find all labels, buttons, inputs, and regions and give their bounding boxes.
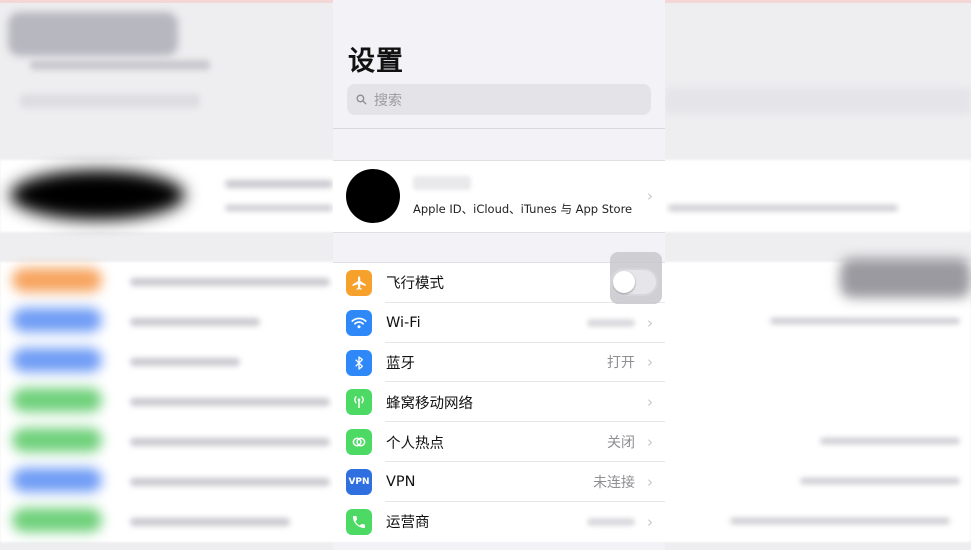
row-label: 运营商	[386, 515, 430, 532]
airplane-mode-toggle[interactable]	[610, 268, 658, 296]
blurred-text	[130, 318, 260, 326]
vpn-icon: VPN	[346, 468, 372, 495]
wifi-network-blurred	[587, 318, 635, 327]
row-label: VPN	[386, 473, 416, 490]
settings-screen: 设置 搜索 Apple ID、iCloud、iTunes 与 App Store…	[333, 0, 665, 550]
blurred-icon-blue	[12, 308, 102, 332]
blurred-icon-green	[12, 508, 102, 532]
blurred-avatar	[10, 170, 185, 220]
carrier-name-blurred	[587, 517, 635, 526]
settings-row-cellular[interactable]: 蜂窝移动网络 ›	[333, 382, 665, 422]
blurred-text	[225, 180, 333, 188]
blurred-icon-green	[12, 388, 102, 412]
blurred-text	[225, 205, 333, 211]
row-label: 飞行模式	[386, 276, 444, 293]
settings-row-bluetooth[interactable]: 蓝牙 打开 ›	[333, 343, 665, 383]
chevron-right-icon: ›	[647, 393, 653, 412]
chevron-right-icon: ›	[647, 472, 653, 491]
wifi-icon	[346, 309, 372, 336]
blurred-text	[130, 478, 330, 486]
search-field[interactable]: 搜索	[347, 84, 651, 115]
blurred-search	[20, 94, 200, 108]
blurred-search-right	[665, 88, 971, 114]
row-label: 蜂窝移动网络	[386, 395, 473, 412]
airplane-icon	[346, 270, 372, 296]
blurred-text	[130, 518, 290, 526]
search-placeholder: 搜索	[374, 92, 402, 109]
divider	[333, 128, 665, 129]
blurred-text	[800, 478, 960, 484]
row-value: 未连接	[593, 474, 635, 491]
chevron-right-icon: ›	[647, 187, 653, 205]
row-value: 打开	[607, 355, 635, 372]
blurred-text	[30, 60, 210, 70]
cellular-icon	[346, 389, 372, 416]
chevron-right-icon: ›	[647, 433, 653, 452]
page-title: 设置	[348, 46, 404, 77]
row-label: 个人热点	[386, 435, 444, 452]
row-value: 关闭	[607, 435, 635, 452]
blurred-text	[130, 398, 330, 406]
blurred-text	[130, 438, 330, 446]
bluetooth-icon	[346, 349, 372, 376]
profile-subtitle: Apple ID、iCloud、iTunes 与 App Store	[413, 202, 633, 216]
chevron-right-icon: ›	[647, 353, 653, 372]
blurred-icon-green	[12, 428, 102, 452]
settings-list: 飞行模式 Wi-Fi › 蓝牙 打开 › 蜂窝移动网络 › 个人热点 关闭 › …	[333, 262, 665, 542]
chevron-right-icon: ›	[647, 512, 653, 531]
hotspot-icon	[346, 429, 372, 456]
search-icon	[356, 94, 367, 105]
settings-row-carrier[interactable]: 运营商 ›	[333, 502, 665, 542]
blurred-text	[770, 318, 960, 324]
blurred-icon-blue	[12, 468, 102, 492]
blurred-text	[668, 205, 898, 211]
toggle-knob	[613, 271, 635, 293]
blurred-text	[130, 358, 240, 366]
chevron-right-icon: ›	[647, 313, 653, 332]
apple-id-row[interactable]: Apple ID、iCloud、iTunes 与 App Store ›	[333, 160, 665, 233]
row-label: Wi-Fi	[386, 314, 421, 331]
avatar	[346, 169, 400, 223]
blurred-text	[130, 278, 330, 286]
profile-name-blurred	[413, 176, 471, 190]
settings-row-hotspot[interactable]: 个人热点 关闭 ›	[333, 422, 665, 462]
blurred-text	[820, 438, 960, 444]
blurred-header	[8, 12, 178, 56]
settings-row-vpn[interactable]: VPN VPN 未连接 ›	[333, 462, 665, 502]
carrier-phone-icon	[346, 508, 372, 535]
settings-row-wifi[interactable]: Wi-Fi ›	[333, 303, 665, 343]
blurred-icon-orange	[12, 268, 102, 292]
row-label: 蓝牙	[386, 355, 415, 372]
blurred-toggle	[840, 258, 971, 298]
blurred-icon-blue	[12, 348, 102, 372]
blurred-text	[730, 518, 950, 524]
